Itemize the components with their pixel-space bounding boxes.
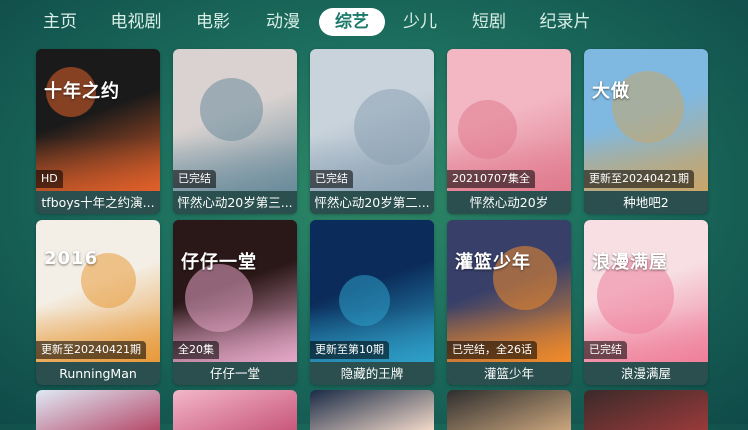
video-card-partial[interactable] <box>584 390 708 430</box>
video-card[interactable]: 仔仔一堂 全20集 仔仔一堂 <box>173 220 297 385</box>
status-badge: 更新至20240421期 <box>584 170 694 188</box>
card-title: 怦然心动20岁第二... <box>310 191 434 214</box>
status-badge: 全20集 <box>173 341 219 359</box>
card-title: 灌篮少年 <box>447 362 571 385</box>
poster-text: 仔仔一堂 <box>181 252 257 273</box>
status-badge: 20210707集全 <box>447 170 535 188</box>
status-badge: 已完结，全26话 <box>447 341 537 359</box>
card-title: 怦然心动20岁 <box>447 191 571 214</box>
video-card-partial[interactable] <box>310 390 434 430</box>
status-badge: HD <box>36 170 63 188</box>
poster-text: 灌篮少年 <box>455 252 531 273</box>
poster-artwork <box>200 78 263 141</box>
status-badge: 更新至第10期 <box>310 341 389 359</box>
card-title: 种地吧2 <box>584 191 708 214</box>
video-card-partial[interactable] <box>447 390 571 430</box>
video-card-partial[interactable] <box>36 390 160 430</box>
video-card[interactable]: 浪漫满屋 已完结 浪漫满屋 <box>584 220 708 385</box>
video-card[interactable]: 20210707集全 怦然心动20岁 <box>447 49 571 214</box>
poster-text: 十年之约 <box>44 81 120 102</box>
video-card[interactable]: 已完结 怦然心动20岁第二... <box>310 49 434 214</box>
card-title: 怦然心动20岁第三... <box>173 191 297 214</box>
status-badge: 更新至20240421期 <box>36 341 146 359</box>
poster-text: 2016 <box>44 248 99 269</box>
card-title: RunningMan <box>36 362 160 385</box>
card-title: tfboys十年之约演... <box>36 191 160 214</box>
status-badge: 已完结 <box>173 170 216 188</box>
card-title: 仔仔一堂 <box>173 362 297 385</box>
video-card[interactable]: 已完结 怦然心动20岁第三... <box>173 49 297 214</box>
content-grid: 十年之约 HD tfboys十年之约演... 已完结 怦然心动20岁第三... … <box>0 0 748 430</box>
poster-text: 浪漫满屋 <box>592 252 668 273</box>
video-card[interactable]: 灌篮少年 已完结，全26话 灌篮少年 <box>447 220 571 385</box>
video-card[interactable]: 十年之约 HD tfboys十年之约演... <box>36 49 160 214</box>
card-title: 隐藏的王牌 <box>310 362 434 385</box>
poster-text: 大做 <box>592 81 630 102</box>
card-title: 浪漫满屋 <box>584 362 708 385</box>
video-card[interactable]: 大做 更新至20240421期 种地吧2 <box>584 49 708 214</box>
video-card-partial[interactable] <box>173 390 297 430</box>
video-card[interactable]: 2016 更新至20240421期 RunningMan <box>36 220 160 385</box>
video-card[interactable]: 更新至第10期 隐藏的王牌 <box>310 220 434 385</box>
status-badge: 已完结 <box>310 170 353 188</box>
status-badge: 已完结 <box>584 341 627 359</box>
